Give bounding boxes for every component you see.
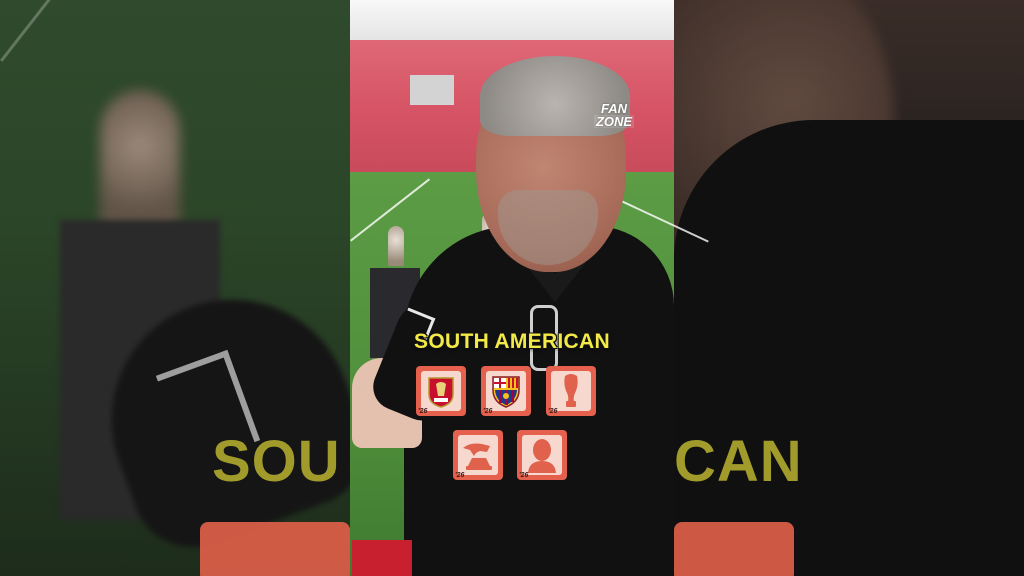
side-card-left (200, 522, 350, 576)
tile-player: '26 (517, 430, 567, 480)
tile-inner (458, 435, 498, 475)
tile-liverpool: '26 (416, 366, 466, 416)
boot-silhouette-icon (463, 443, 492, 470)
tile-label: '26 (548, 408, 558, 415)
side-title-right: CAN (674, 429, 803, 494)
stadium-tunnel (410, 75, 454, 105)
trophy-silhouette-icon (564, 374, 578, 407)
tile-inner (421, 371, 461, 411)
tile-trophy: '26 (546, 366, 596, 416)
liverpool-crest-icon (428, 377, 454, 408)
tile-inner (551, 371, 591, 411)
tile-label: '26 (455, 472, 465, 479)
player-silhouette-icon (528, 439, 556, 473)
tile-inner (522, 435, 562, 475)
barcelona-crest-icon (492, 376, 520, 408)
fan-zone-logo: FAN ZONE (593, 95, 635, 135)
side-title-left-clip: SOU (0, 0, 350, 576)
trophy-icon (388, 226, 404, 266)
tile-label: '26 (418, 408, 428, 415)
tile-label: '26 (483, 408, 493, 415)
tile-label: '26 (519, 472, 529, 479)
tile-boot: '26 (453, 430, 503, 480)
stadium-roof (350, 0, 674, 40)
side-card-right (674, 522, 794, 576)
side-title-left: SOU (212, 429, 341, 494)
tile-barcelona: '26 (481, 366, 531, 416)
logo-line2: ZONE (593, 114, 635, 129)
tile-inner (486, 371, 526, 411)
overlay-title: SOUTH AMERICAN (414, 330, 610, 353)
stadium-seat (352, 540, 412, 576)
side-title-right-clip: CAN (674, 0, 1024, 576)
